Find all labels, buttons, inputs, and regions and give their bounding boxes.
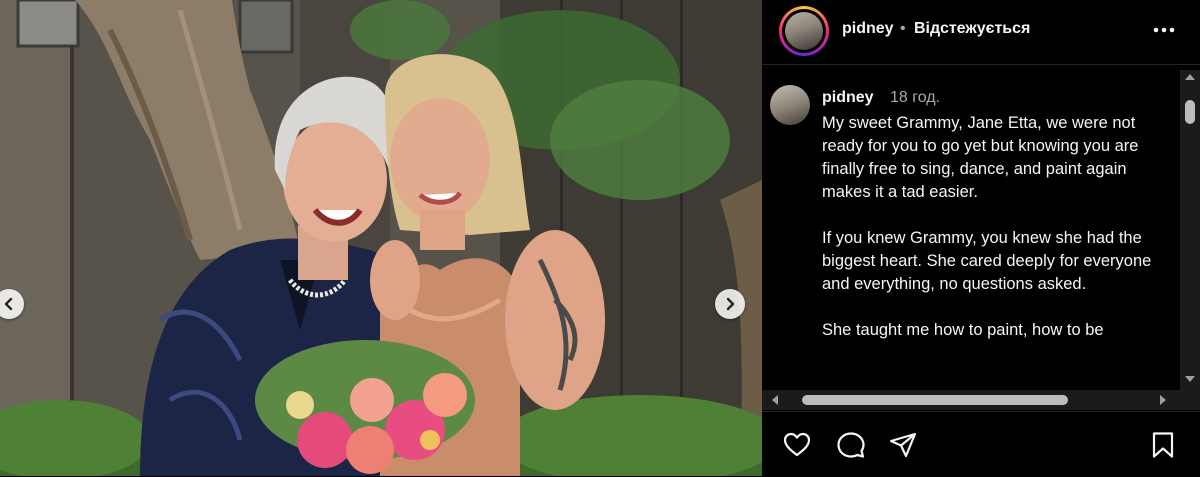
horizontal-scrollbar[interactable] — [762, 390, 1180, 410]
post-photo[interactable] — [0, 0, 762, 476]
vertical-scrollbar[interactable] — [1180, 70, 1200, 390]
caption-text: My sweet Grammy, Jane Etta, we were not … — [822, 114, 1152, 339]
comment-icon — [837, 432, 865, 458]
comment-button[interactable] — [836, 430, 866, 460]
caption-timestamp[interactable]: 18 год. — [890, 89, 940, 107]
heart-icon — [783, 432, 811, 457]
bookmark-icon — [1152, 432, 1174, 458]
chevron-right-icon — [726, 297, 735, 311]
caption-username[interactable]: pidney — [822, 89, 874, 107]
avatar-story-ring[interactable] — [779, 6, 829, 56]
photo-illustration — [0, 0, 762, 476]
more-options-button[interactable] — [1150, 18, 1178, 42]
following-button[interactable]: Відстежується — [914, 20, 1030, 38]
caption-area: pidney 18 год. My sweet Grammy, Jane Ett… — [762, 70, 1182, 390]
horizontal-scroll-thumb[interactable] — [802, 395, 1068, 405]
scroll-down-arrow[interactable] — [1185, 376, 1195, 382]
post-side-panel: pidney • Відстежується pidney 18 год. My… — [762, 0, 1200, 476]
post-header: pidney • Відстежується — [762, 0, 1200, 65]
separator-dot: • — [900, 20, 906, 37]
next-image-button[interactable] — [715, 289, 745, 319]
like-button[interactable] — [782, 430, 812, 460]
scroll-right-arrow[interactable] — [1160, 395, 1166, 405]
action-bar — [762, 411, 1200, 477]
share-button[interactable] — [888, 430, 918, 460]
caption-avatar[interactable] — [770, 85, 810, 125]
avatar — [785, 12, 823, 50]
avatar-frame — [782, 9, 826, 53]
scrollbar-corner — [1180, 390, 1200, 410]
chevron-left-icon — [4, 297, 13, 311]
scroll-up-arrow[interactable] — [1185, 74, 1195, 80]
vertical-scroll-thumb[interactable] — [1185, 100, 1195, 124]
scroll-left-arrow[interactable] — [772, 395, 778, 405]
header-username[interactable]: pidney — [842, 20, 894, 38]
save-button[interactable] — [1148, 430, 1178, 460]
more-options-icon — [1153, 27, 1175, 33]
share-icon — [889, 432, 917, 458]
